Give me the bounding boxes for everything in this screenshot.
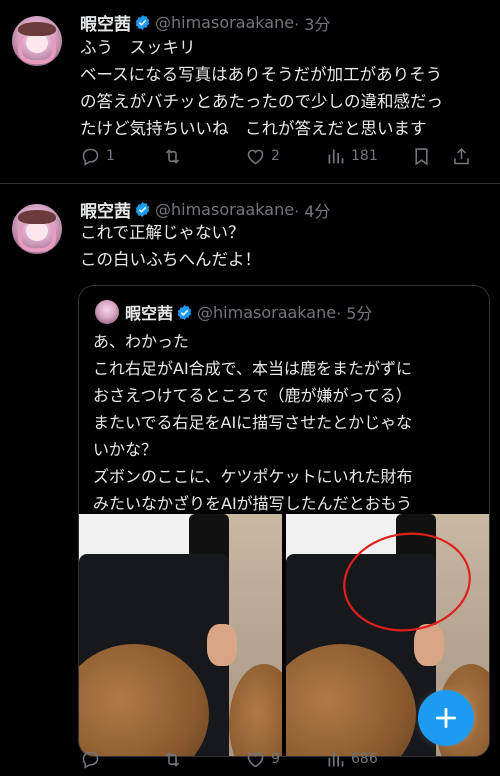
views-count: 686: [351, 751, 378, 767]
views-button[interactable]: 686: [325, 749, 411, 770]
share-button[interactable]: [451, 146, 481, 167]
quoted-tweet[interactable]: 暇空茜 @himasoraakane · 5分 あ、わかった これ右足がAI合成…: [78, 285, 490, 757]
compose-plus-icon: [435, 707, 457, 729]
timestamp[interactable]: · 4分: [294, 198, 330, 222]
like-button[interactable]: 2: [245, 146, 325, 167]
reply-count: 1: [106, 148, 115, 164]
action-bar: 1 2 181: [80, 145, 488, 167]
handle[interactable]: @himasoraakane: [155, 200, 294, 219]
compose-button[interactable]: [418, 690, 474, 746]
verified-icon: [177, 304, 192, 320]
retweet-icon: [165, 751, 180, 767]
views-count: 181: [351, 148, 378, 164]
bookmark-icon: [415, 147, 428, 165]
verified-icon: [135, 15, 150, 30]
timestamp[interactable]: · 3分: [294, 11, 330, 35]
avatar: [95, 300, 119, 324]
quoted-tweet-header: 暇空茜 @himasoraakane · 5分: [125, 300, 372, 324]
tweet-text: ふう スッキリ ベースになる写真はありそうだが加工がありそう の答えがバチッとあ…: [80, 38, 443, 138]
quoted-tweet-text: あ、わかった これ右足がAI合成で、本当は鹿をまたがずに おさえつけてるところで…: [93, 332, 413, 513]
like-icon: [247, 149, 264, 164]
reply-button[interactable]: [80, 749, 162, 770]
tweet-text: これで正解じゃない？ この白いふちへんだよ！: [80, 223, 262, 269]
handle[interactable]: @himasoraakane: [155, 13, 294, 32]
views-icon: [328, 752, 344, 766]
handle: @himasoraakane: [197, 302, 337, 322]
like-count: 9: [271, 751, 280, 767]
views-icon: [328, 149, 344, 163]
reply-icon: [82, 751, 99, 769]
like-count: 2: [271, 148, 280, 164]
retweet-button[interactable]: [162, 749, 245, 770]
avatar[interactable]: [12, 16, 62, 66]
reply-icon: [82, 148, 99, 166]
display-name: 暇空茜: [125, 304, 174, 323]
timestamp: · 5分: [336, 304, 373, 323]
like-icon: [247, 752, 264, 767]
tweet-header: 暇空茜 @himasoraakane · 3分: [80, 10, 330, 35]
share-icon: [454, 147, 469, 164]
retweet-icon: [165, 148, 180, 164]
bookmark-button[interactable]: [411, 146, 451, 167]
avatar[interactable]: [12, 204, 62, 254]
action-bar: 9 686: [80, 748, 488, 770]
verified-icon: [135, 202, 150, 217]
reply-button[interactable]: 1: [80, 146, 162, 167]
photo-left[interactable]: [79, 514, 282, 756]
display-name[interactable]: 暇空茜: [80, 10, 131, 35]
retweet-button[interactable]: [162, 146, 245, 167]
views-button[interactable]: 181: [325, 146, 411, 167]
tweet-1[interactable]: 暇空茜 @himasoraakane · 3分 ふう スッキリ ベースになる写真…: [0, 0, 500, 183]
like-button[interactable]: 9: [245, 749, 325, 770]
